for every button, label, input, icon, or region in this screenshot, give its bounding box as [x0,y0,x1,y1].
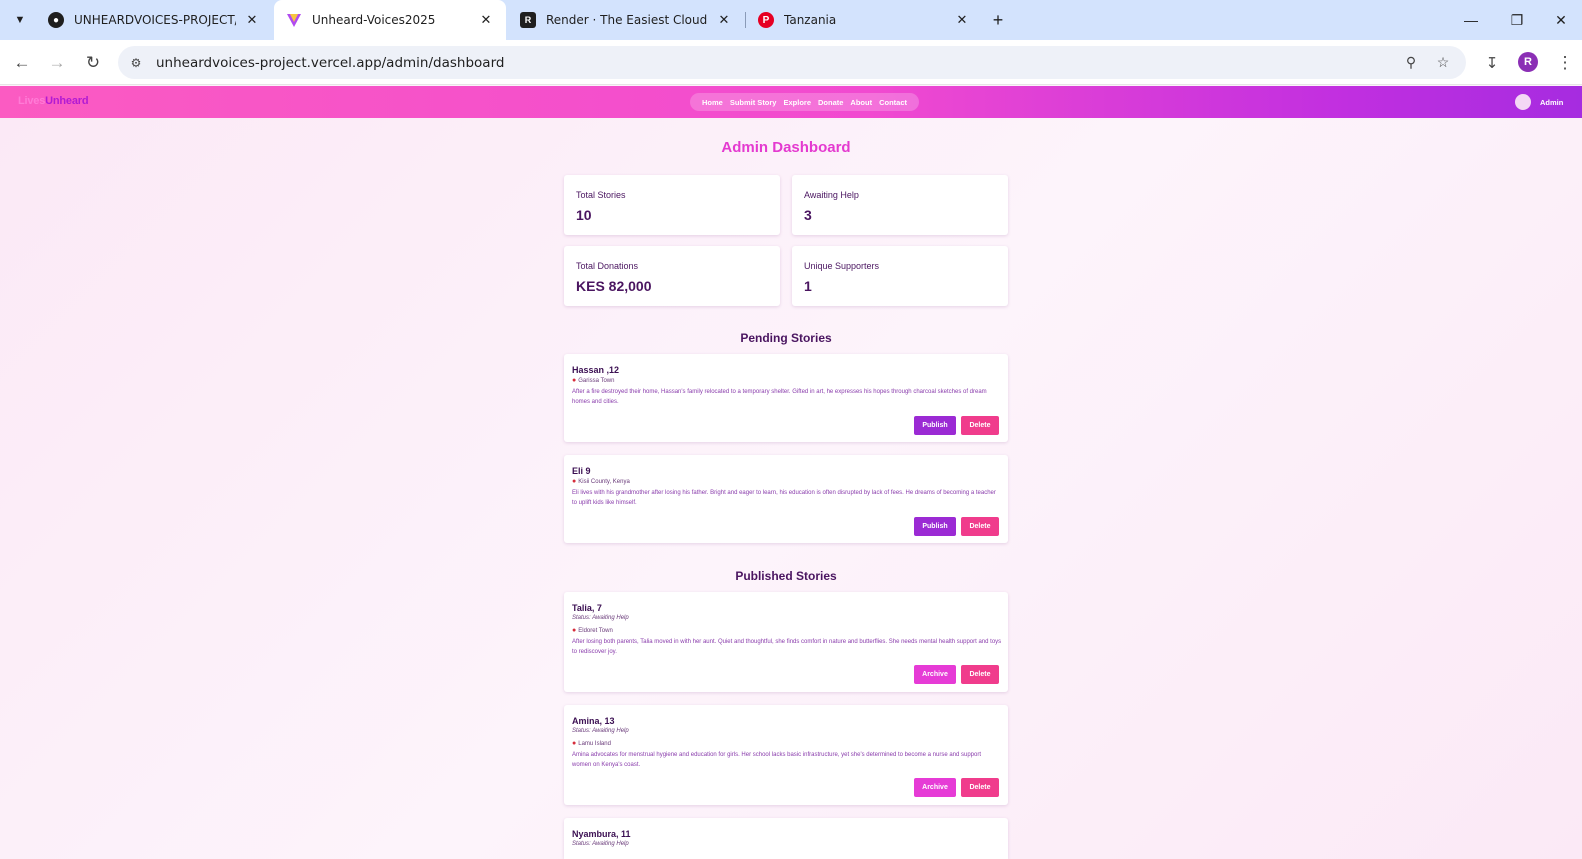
browser-tab-bar: ▼ ● UNHEARDVOICES-PROJECT/ at ✕ Unheard-… [0,0,1582,40]
profile-avatar[interactable]: R [1518,52,1538,72]
close-icon[interactable]: ✕ [716,12,732,28]
close-icon[interactable]: ✕ [954,12,970,28]
stat-card-total-stories: Total Stories 10 [564,175,780,235]
new-tab-icon[interactable]: + [986,8,1010,32]
story-location: ● Lamu Island [572,740,611,747]
browser-toolbar: ← → ↻ ⚙ unheardvoices-project.vercel.app… [0,40,1582,85]
story-name: Talia, 7 [572,603,602,613]
stat-card-awaiting-help: Awaiting Help 3 [792,175,1008,235]
tab-title: Unheard-Voices2025 [312,13,436,27]
story-description: After losing both parents, Talia moved i… [572,639,1002,655]
address-bar[interactable]: ⚙ unheardvoices-project.vercel.app/admin… [118,46,1466,79]
stat-card-total-donations: Total Donations KES 82,000 [564,246,780,306]
nav-explore[interactable]: Explore [783,98,811,107]
page-title: Admin Dashboard [721,139,851,156]
render-icon: R [520,12,536,28]
stat-value: 10 [576,207,592,223]
location-pin-icon: ● [572,627,577,634]
nav-links: Home Submit Story Explore Donate About C… [690,93,919,111]
story-status: Status: Awaiting Help [572,615,629,621]
story-status: Status: Awaiting Help [572,728,629,734]
published-story-card: Amina, 13 Status: Awaiting Help ● Lamu I… [564,705,1008,805]
published-story-card: Talia, 7 Status: Awaiting Help ● Eldoret… [564,592,1008,692]
tab-render[interactable]: R Render · The Easiest Cloud For / ✕ [508,0,744,40]
nav-home[interactable]: Home [702,98,723,107]
story-location: ● Garissa Town [572,377,615,384]
close-icon[interactable]: ✕ [478,12,494,28]
pinterest-icon: P [758,12,774,28]
delete-button[interactable]: Delete [961,517,999,536]
stat-value: 1 [804,278,812,294]
published-stories-heading: Published Stories [735,569,837,583]
zoom-icon[interactable]: ⚲ [1399,50,1423,74]
download-icon[interactable]: ↧ [1479,50,1505,76]
story-status: Status: Awaiting Help [572,841,629,847]
delete-button[interactable]: Delete [961,665,999,684]
bookmark-star-icon[interactable]: ☆ [1431,50,1455,74]
location-pin-icon: ● [572,478,577,485]
stat-label: Unique Supporters [804,261,880,271]
tab-pinterest[interactable]: P Tanzania ✕ [746,0,982,40]
github-icon: ● [48,12,64,28]
tab-title: Tanzania [784,13,837,27]
site-info-icon[interactable]: ⚙ [124,51,148,75]
story-description: After a fire destroyed their home, Hassa… [572,389,987,405]
reload-icon[interactable]: ↻ [80,50,106,76]
stat-value: 3 [804,207,812,223]
tab-unheard-voices[interactable]: Unheard-Voices2025 ✕ [274,0,506,40]
pending-stories-heading: Pending Stories [740,331,832,345]
story-description: Amina advocates for menstrual hygiene an… [572,752,982,768]
nav-contact[interactable]: Contact [879,98,907,107]
tab-title: Render · The Easiest Cloud For / [546,13,708,27]
pending-story-card: Hassan ,12 ● Garissa Town After a fire d… [564,354,1008,442]
stat-label: Total Donations [576,261,639,271]
publish-button[interactable]: Publish [914,416,956,435]
story-location: ● Eldoret Town [572,627,613,634]
nav-donate[interactable]: Donate [818,98,843,107]
tab-github[interactable]: ● UNHEARDVOICES-PROJECT/ at ✕ [36,0,272,40]
nav-submit-story[interactable]: Submit Story [730,98,777,107]
minimize-icon[interactable]: — [1448,0,1494,40]
close-icon[interactable]: ✕ [244,12,260,28]
story-name: Eli 9 [572,466,591,476]
back-arrow-icon[interactable]: ← [9,50,35,76]
site-navbar: LivesUnheard Home Submit Story Explore D… [0,86,1582,118]
story-name: Hassan ,12 [572,365,620,375]
delete-button[interactable]: Delete [961,416,999,435]
stat-label: Awaiting Help [804,190,859,200]
window-close-icon[interactable]: ✕ [1540,0,1582,40]
user-avatar[interactable] [1515,94,1531,110]
tab-title: UNHEARDVOICES-PROJECT/ at [74,13,236,27]
delete-button[interactable]: Delete [961,778,999,797]
story-name: Nyambura, 11 [572,829,631,839]
stat-card-unique-supporters: Unique Supporters 1 [792,246,1008,306]
archive-button[interactable]: Archive [914,778,956,797]
story-location: ● Kisii County, Kenya [572,478,630,485]
forward-arrow-icon[interactable]: → [44,50,70,76]
stat-value: KES 82,000 [576,278,652,294]
vercel-icon [286,12,302,28]
menu-kebab-icon[interactable]: ⋮ [1552,50,1578,76]
user-label[interactable]: Admin [1540,98,1563,107]
nav-about[interactable]: About [850,98,872,107]
location-pin-icon: ● [572,377,577,384]
published-story-card: Nyambura, 11 Status: Awaiting Help [564,818,1008,859]
publish-button[interactable]: Publish [914,517,956,536]
tab-search-chevron-icon[interactable]: ▼ [8,8,32,32]
restore-icon[interactable]: ❐ [1494,0,1540,40]
url-text[interactable]: unheardvoices-project.vercel.app/admin/d… [156,55,504,71]
story-name: Amina, 13 [572,716,615,726]
pending-story-card: Eli 9 ● Kisii County, Kenya Eli lives wi… [564,455,1008,543]
location-pin-icon: ● [572,740,577,747]
stat-label: Total Stories [576,190,626,200]
site-logo[interactable]: LivesUnheard [18,95,89,107]
story-description: Eli lives with his grandmother after los… [572,490,996,506]
archive-button[interactable]: Archive [914,665,956,684]
